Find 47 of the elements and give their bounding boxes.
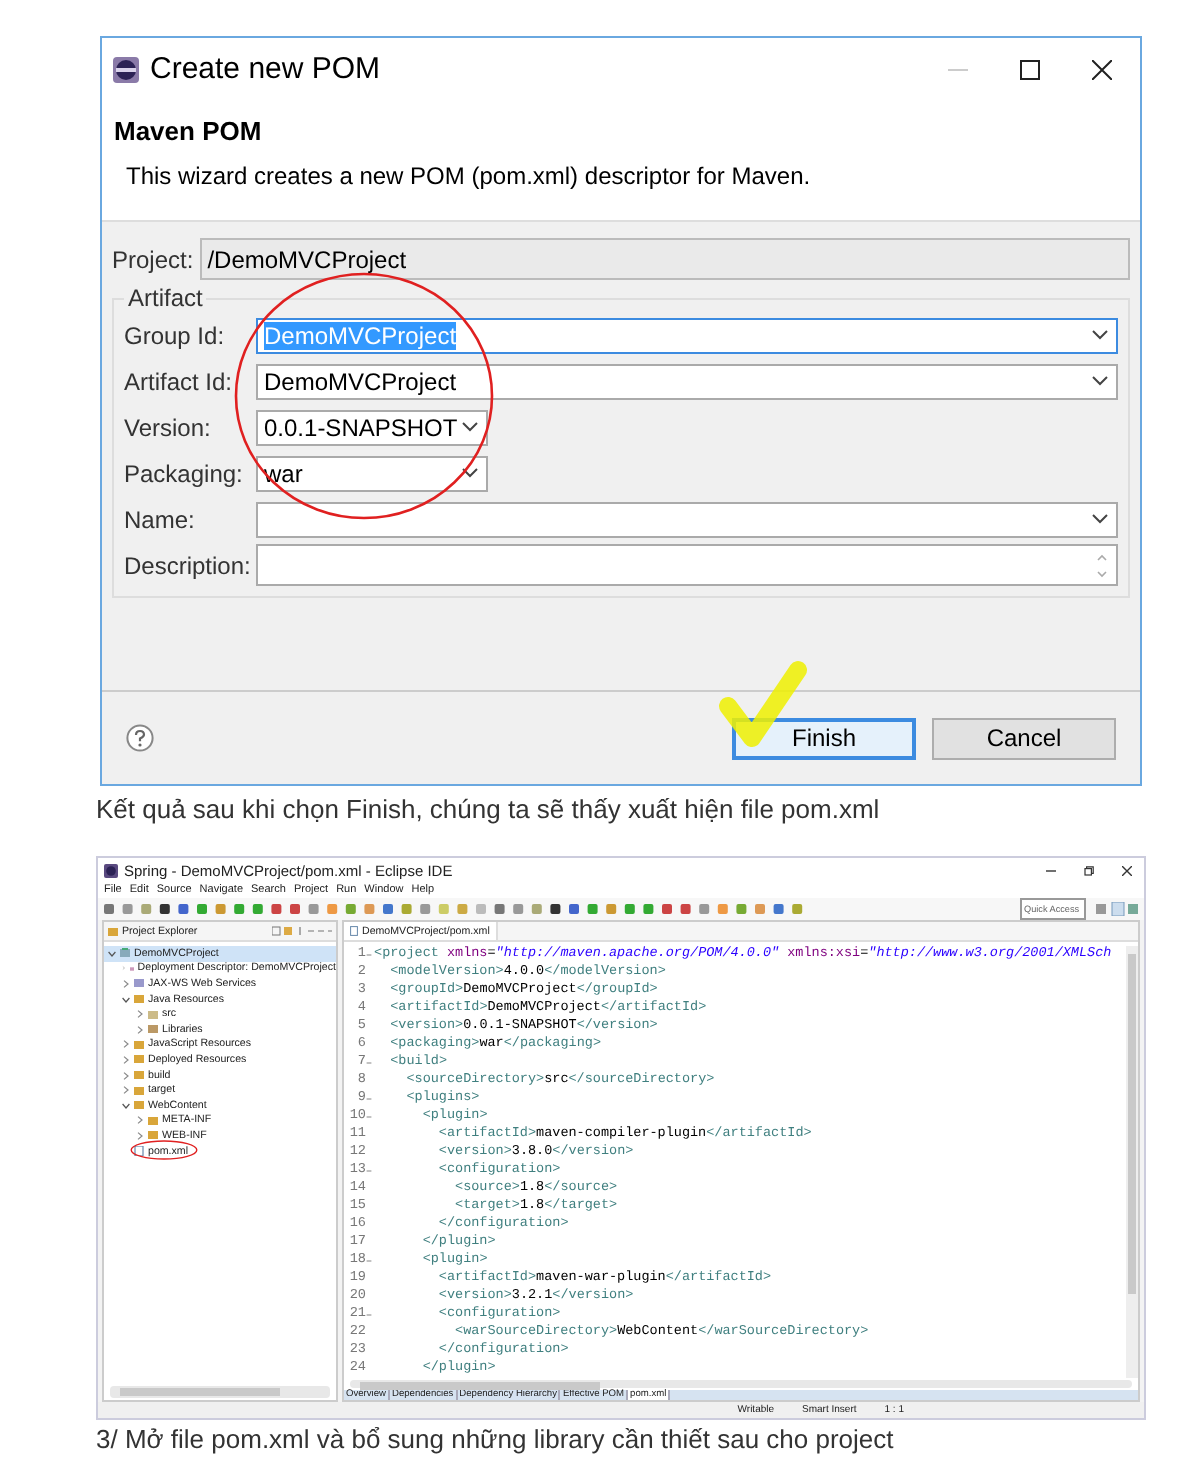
dropdown-icon — [1092, 514, 1108, 524]
description-text: This wizard creates a new POM (pom.xml) descriptor for Maven. — [126, 162, 811, 190]
minimize-icon[interactable] — [1046, 865, 1056, 875]
combo-box[interactable]: 0.0.1-SNAPSHOT — [256, 409, 488, 445]
close-icon[interactable] — [1092, 59, 1112, 79]
library-icon — [148, 1024, 158, 1035]
folder-icon — [108, 926, 118, 936]
dropdown-icon — [1092, 330, 1108, 340]
dropdown-icon — [462, 468, 478, 478]
perspective-drawing[interactable] — [1094, 902, 1138, 916]
dropdown-icon — [462, 422, 478, 432]
field-label: Packaging: — [124, 459, 245, 487]
scrollbar[interactable] — [1126, 946, 1138, 1378]
app-icon — [112, 55, 140, 83]
combo-box[interactable] — [256, 501, 1118, 537]
field-label: Name: — [124, 505, 197, 533]
text-area[interactable] — [256, 544, 1118, 586]
cancel-button[interactable]: Cancel — [932, 717, 1116, 759]
spinner-icon[interactable] — [1096, 551, 1108, 579]
maximize-icon[interactable] — [1020, 59, 1040, 79]
field-label: Version: — [124, 413, 213, 441]
scrollbar[interactable] — [110, 1386, 330, 1398]
project-icon — [120, 948, 130, 959]
view-toolbar-drawing[interactable] — [272, 926, 332, 936]
file-icon — [350, 926, 358, 936]
package-icon — [148, 1009, 158, 1020]
folder-icon — [134, 994, 144, 1005]
restore-icon[interactable] — [1084, 865, 1094, 875]
dropdown-icon — [1092, 376, 1108, 386]
scrollbar[interactable] — [350, 1380, 1132, 1388]
field-label: Artifact Id: — [124, 367, 235, 395]
group-title: Artifact — [126, 284, 205, 312]
caption-text: Kết quả sau khi chọn Finish, chúng ta sẽ thấy xuất hiện file pom.xml — [96, 794, 882, 824]
combo-box[interactable]: DemoMVCProject — [256, 363, 1118, 399]
service-icon — [134, 978, 144, 989]
caption-text: 3/ Mở file pom.xml và bổ sung những library cần thiết sau cho project — [96, 1424, 896, 1454]
field-label: Group Id: — [124, 321, 227, 349]
page-heading: Maven POM — [114, 116, 264, 146]
app-icon — [104, 863, 118, 877]
file-icon — [134, 1146, 144, 1157]
window-title: Create new POM — [150, 52, 383, 86]
combo-box[interactable]: war — [256, 455, 488, 491]
field-label: Project: — [112, 245, 194, 273]
help-icon[interactable] — [126, 724, 154, 752]
project-field: /DemoMVCProject — [199, 238, 1130, 280]
field-label: Description: — [124, 551, 253, 579]
close-icon[interactable] — [1122, 865, 1132, 875]
